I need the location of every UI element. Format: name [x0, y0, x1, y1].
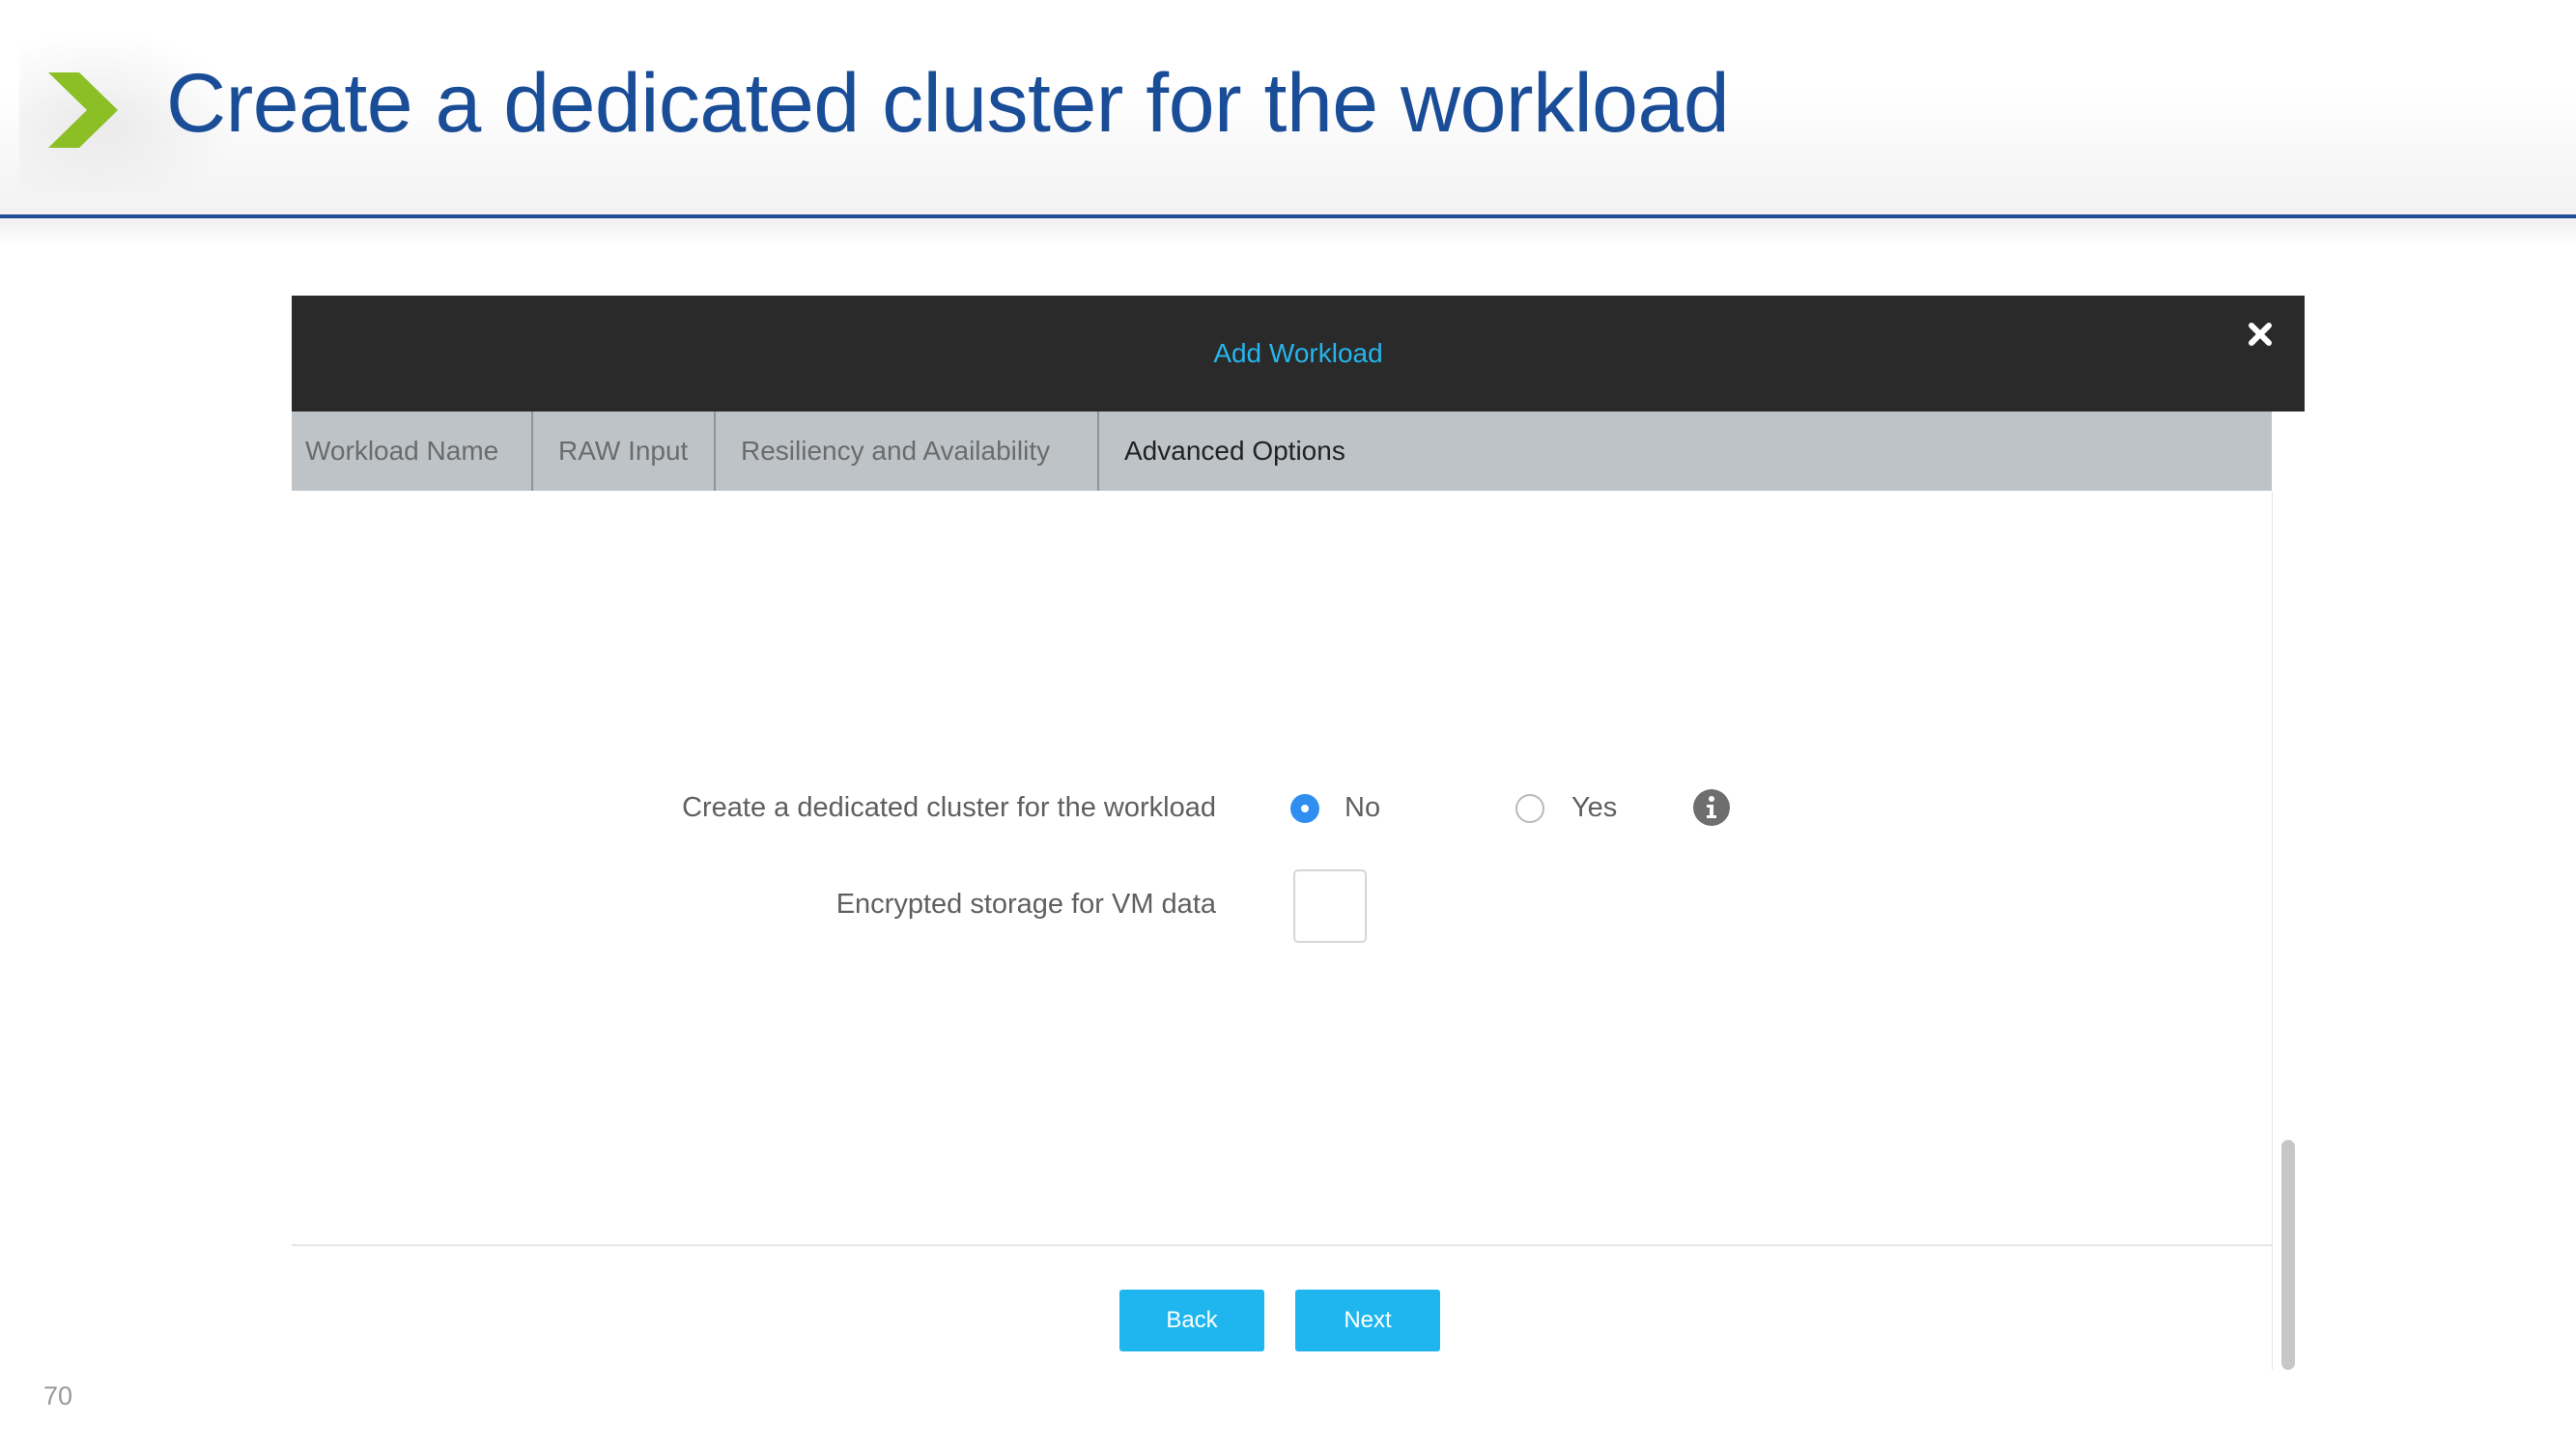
dedicated-cluster-no-label[interactable]: No — [1345, 792, 1380, 824]
page-number: 70 — [43, 1381, 73, 1410]
dedicated-cluster-no-radio[interactable] — [1290, 794, 1319, 823]
footer-divider — [292, 1244, 2272, 1246]
encrypted-storage-checkbox[interactable] — [1293, 869, 1367, 943]
tab-raw-input[interactable]: RAW Input — [533, 412, 716, 491]
dedicated-cluster-label: Create a dedicated cluster for the workl… — [682, 792, 1216, 823]
scrollbar-thumb[interactable] — [2281, 1140, 2295, 1370]
tab-workload-name[interactable]: Workload Name — [292, 412, 533, 491]
header-shadow — [0, 218, 2576, 247]
modal-title: Add Workload — [1213, 338, 1383, 368]
dedicated-cluster-yes-label[interactable]: Yes — [1571, 792, 1617, 824]
dedicated-cluster-yes-radio[interactable] — [1515, 794, 1544, 823]
back-button[interactable]: Back — [1119, 1290, 1264, 1351]
info-icon[interactable] — [1693, 789, 1730, 826]
next-button[interactable]: Next — [1295, 1290, 1440, 1351]
close-icon[interactable] — [2243, 317, 2278, 352]
encrypted-storage-label: Encrypted storage for VM data — [835, 889, 1216, 920]
modal-titlebar: Add Workload — [292, 296, 2305, 412]
tab-resiliency-and-availability[interactable]: Resiliency and Availability — [716, 412, 1099, 491]
slide-title: Create a dedicated cluster for the workl… — [166, 57, 1730, 150]
add-workload-modal: Add Workload Workload Name RAW Input Res… — [292, 296, 2306, 1370]
chevron-right-icon — [48, 72, 118, 148]
tab-bar: Workload Name RAW Input Resiliency and A… — [292, 412, 2272, 491]
tab-advanced-options[interactable]: Advanced Options — [1099, 412, 1359, 491]
